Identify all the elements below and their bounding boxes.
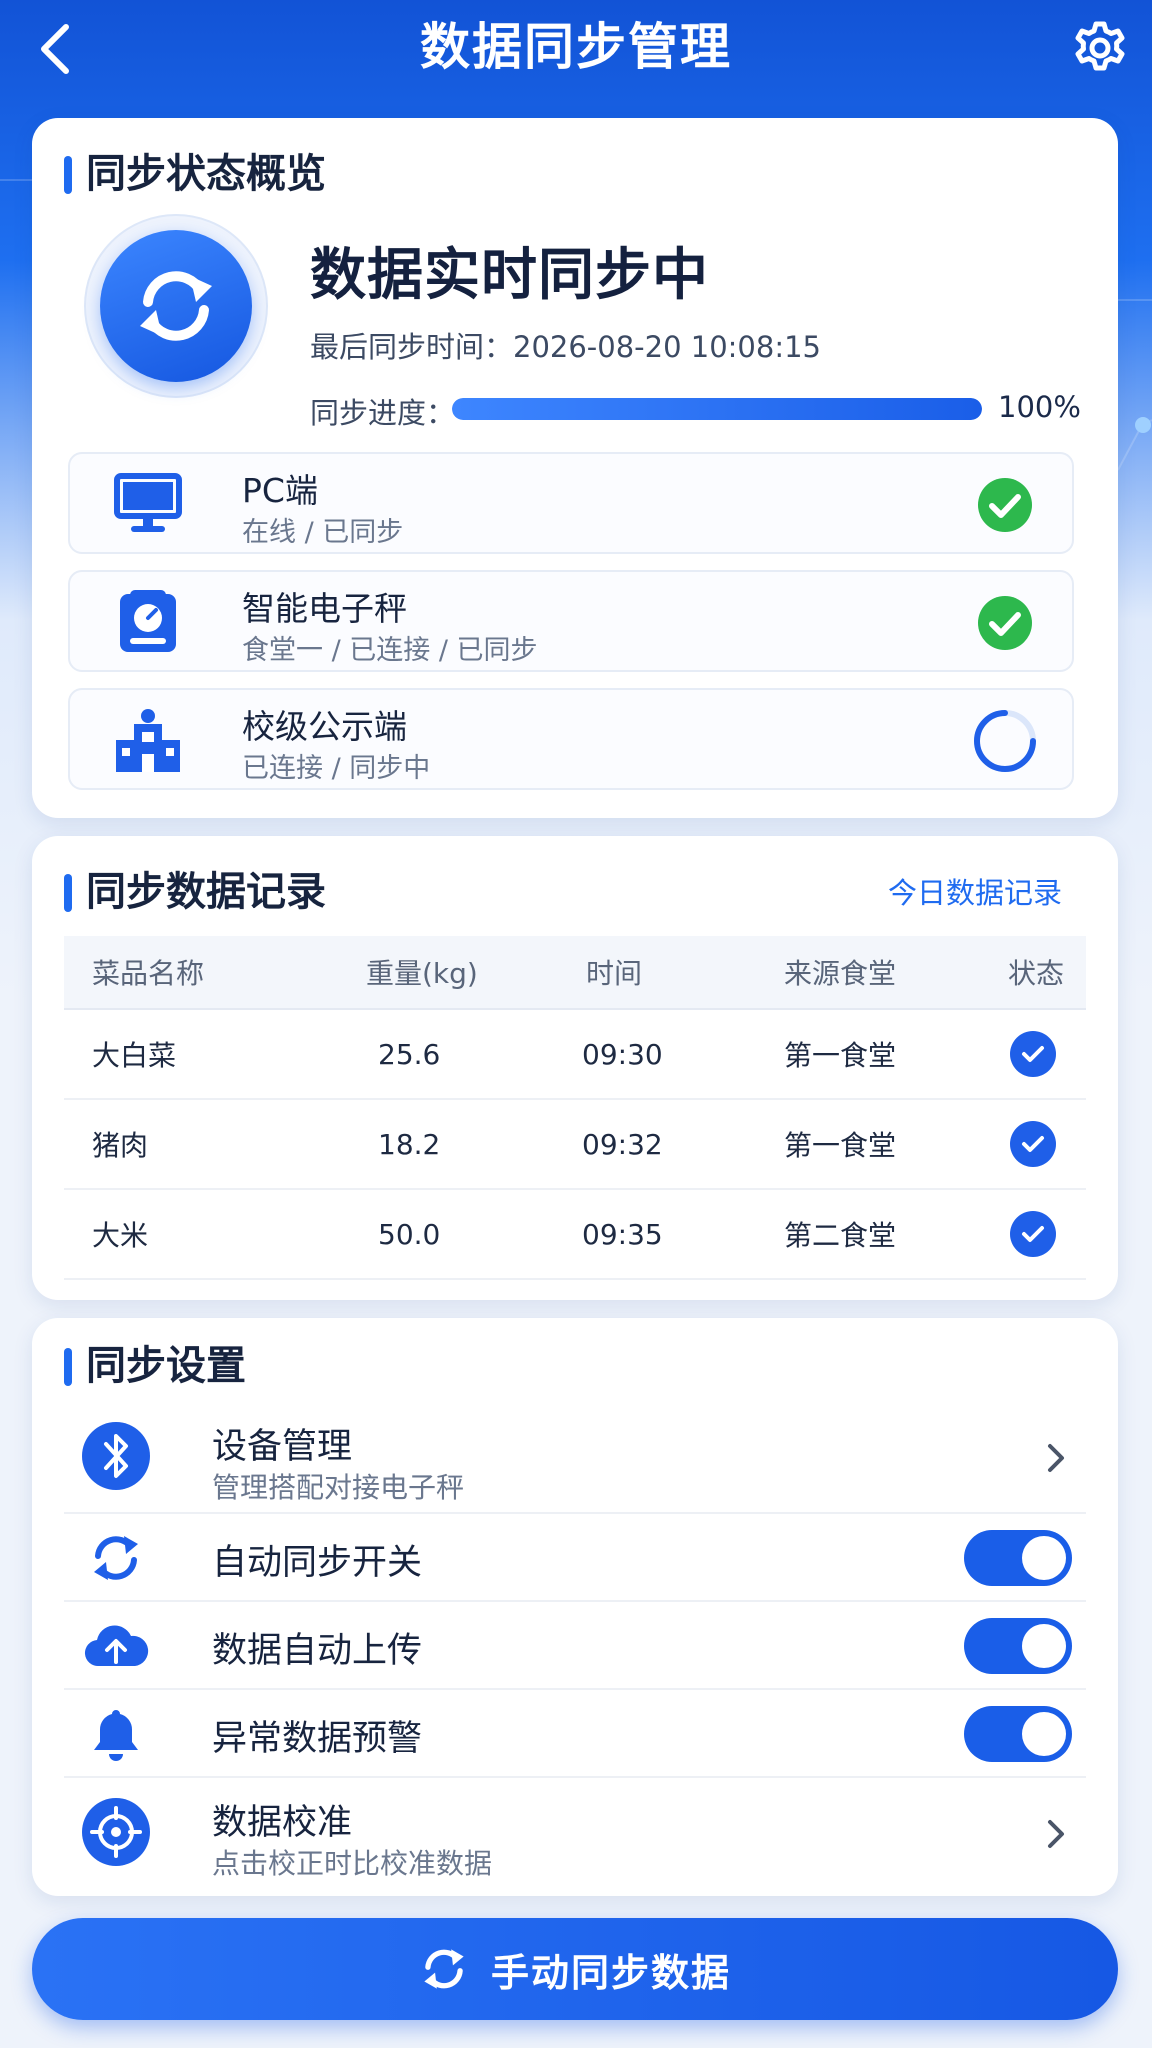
cell-weight: 25.6 [378, 1037, 441, 1071]
setting-title: 数据自动上传 [212, 1631, 423, 1671]
cell-source: 第一食堂 [784, 1129, 897, 1162]
gear-icon [1075, 21, 1125, 71]
device-name: 校级公示端 [242, 707, 407, 746]
table-row[interactable]: 猪肉 18.2 09:32 第一食堂 [64, 1100, 1086, 1190]
settings-button[interactable] [1066, 14, 1134, 82]
column-header: 重量(kg) [366, 957, 478, 990]
setting-title: 设备管理 [212, 1427, 353, 1467]
status-check-icon [1010, 1211, 1056, 1257]
sync-icon [140, 271, 212, 341]
device-name: 智能电子秤 [242, 589, 407, 628]
table-row[interactable]: 大白菜 25.6 09:30 第一食堂 [64, 1010, 1086, 1100]
setting-title: 自动同步开关 [212, 1543, 423, 1583]
loading-spinner-icon [974, 710, 1036, 772]
page-title: 数据同步管理 [420, 18, 732, 76]
cell-name: 大米 [92, 1219, 149, 1252]
sync-progress-fill [452, 398, 982, 420]
anomaly-alert-toggle[interactable] [964, 1706, 1072, 1762]
sync-settings-card: 同步设置 设备管理 管理搭配对接电子秤 自动同步开关 数据自动上传 异常数据预警… [32, 1318, 1118, 1896]
cell-name: 大白菜 [92, 1039, 177, 1072]
cell-source: 第一食堂 [784, 1039, 897, 1072]
table-header: 菜品名称 重量(kg) 时间 来源食堂 状态 [64, 936, 1086, 1010]
setting-title: 数据校准 [212, 1803, 353, 1843]
status-check-icon [1010, 1031, 1056, 1077]
check-circle-icon [978, 596, 1032, 650]
cell-weight: 50.0 [378, 1217, 441, 1251]
last-sync-time: 最后同步时间：2026-08-20 10:08:15 [310, 330, 821, 364]
device-row-school-display[interactable]: 校级公示端 已连接 / 同步中 [68, 688, 1074, 790]
manual-sync-button[interactable]: 手动同步数据 [32, 1918, 1118, 2020]
crosshair-target-icon [80, 1796, 152, 1868]
device-name: PC端 [242, 471, 318, 510]
today-records-link[interactable]: 今日数据记录 [888, 870, 1062, 912]
manual-sync-label: 手动同步数据 [490, 1950, 731, 1995]
status-check-icon [1010, 1121, 1056, 1167]
table-row[interactable]: 大米 50.0 09:35 第二食堂 [64, 1190, 1086, 1280]
sync-icon [424, 1949, 464, 1989]
setting-title: 异常数据预警 [212, 1719, 423, 1759]
device-row-pc[interactable]: PC端 在线 / 已同步 [68, 452, 1074, 554]
setting-subtitle: 管理搭配对接电子秤 [212, 1471, 465, 1504]
sync-icon [80, 1522, 152, 1594]
device-row-scale[interactable]: 智能电子秤 食堂一 / 已连接 / 已同步 [68, 570, 1074, 672]
sync-status-badge [84, 214, 268, 398]
auto-sync-toggle[interactable] [964, 1530, 1072, 1586]
device-status: 已连接 / 同步中 [242, 753, 431, 784]
records-table: 菜品名称 重量(kg) 时间 来源食堂 状态 大白菜 25.6 09:30 第一… [64, 936, 1086, 1280]
sync-records-card: 同步数据记录 今日数据记录 菜品名称 重量(kg) 时间 来源食堂 状态 大白菜… [32, 836, 1118, 1300]
cell-time: 09:30 [582, 1037, 663, 1071]
cell-weight: 18.2 [378, 1127, 441, 1161]
chevron-right-icon [1038, 1816, 1074, 1852]
section-title-records: 同步数据记录 [64, 866, 326, 918]
monitor-icon [110, 468, 186, 540]
column-header: 来源食堂 [784, 957, 897, 990]
bluetooth-icon [80, 1420, 152, 1492]
column-header: 菜品名称 [92, 957, 205, 990]
cell-source: 第二食堂 [784, 1219, 897, 1252]
sync-status-text: 数据实时同步中 [310, 243, 709, 308]
check-circle-icon [978, 478, 1032, 532]
app-header: 数据同步管理 [0, 0, 1152, 110]
anomaly-alert-row: 异常数据预警 [64, 1690, 1086, 1778]
device-management-row[interactable]: 设备管理 管理搭配对接电子秤 [64, 1402, 1086, 1514]
column-header: 时间 [586, 957, 643, 990]
cell-time: 09:35 [582, 1217, 663, 1251]
auto-sync-row: 自动同步开关 [64, 1514, 1086, 1602]
sync-progress-bar [452, 398, 982, 420]
auto-upload-toggle[interactable] [964, 1618, 1072, 1674]
bell-icon [80, 1698, 152, 1770]
progress-value: 100% [998, 390, 1081, 424]
sync-overview-card: 同步状态概览 数据实时同步中 最后同步时间：2026-08-20 10:08:1… [32, 118, 1118, 818]
calibration-row[interactable]: 数据校准 点击校正时比校准数据 [64, 1778, 1086, 1890]
chevron-right-icon [1038, 1440, 1074, 1476]
auto-upload-row: 数据自动上传 [64, 1602, 1086, 1690]
cell-time: 09:32 [582, 1127, 663, 1161]
cloud-upload-icon [80, 1610, 152, 1682]
school-building-icon [110, 704, 186, 776]
column-header: 状态 [1008, 957, 1065, 990]
scale-icon [110, 586, 186, 658]
device-status: 在线 / 已同步 [242, 517, 404, 548]
progress-label: 同步进度： [310, 396, 456, 430]
setting-subtitle: 点击校正时比校准数据 [212, 1847, 493, 1880]
section-title-settings: 同步设置 [64, 1340, 246, 1392]
section-title-overview: 同步状态概览 [64, 148, 326, 200]
cell-name: 猪肉 [92, 1129, 149, 1162]
device-status: 食堂一 / 已连接 / 已同步 [242, 635, 538, 666]
